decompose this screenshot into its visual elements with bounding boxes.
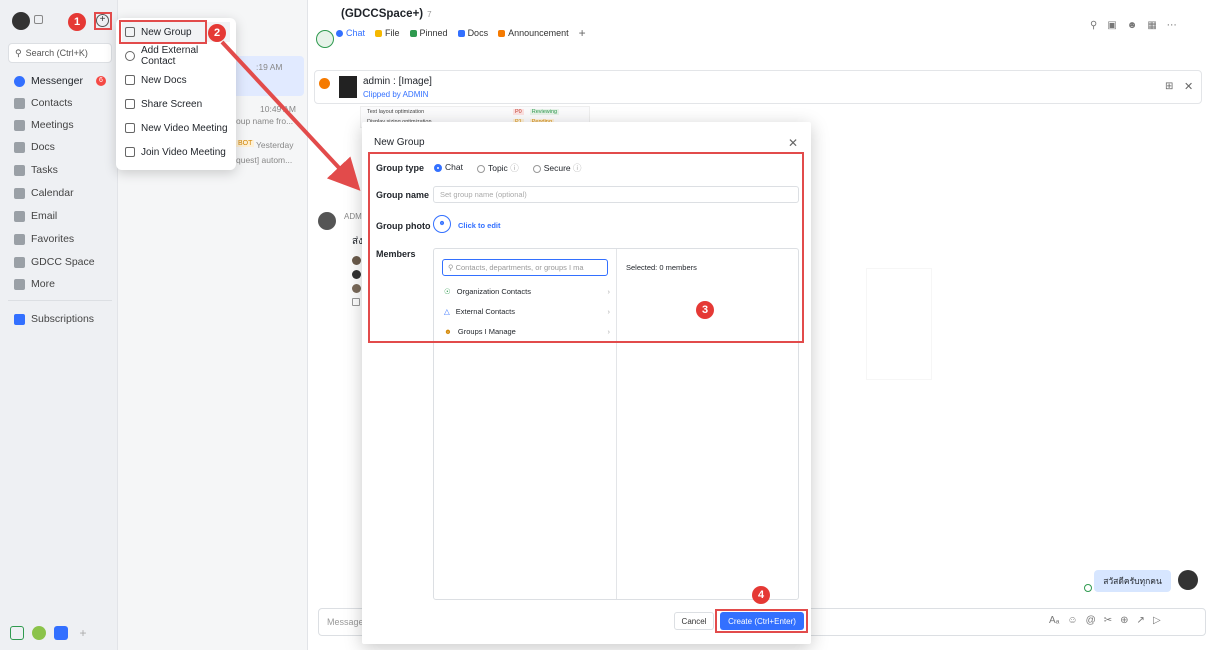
- annotation-arrow: [220, 40, 361, 191]
